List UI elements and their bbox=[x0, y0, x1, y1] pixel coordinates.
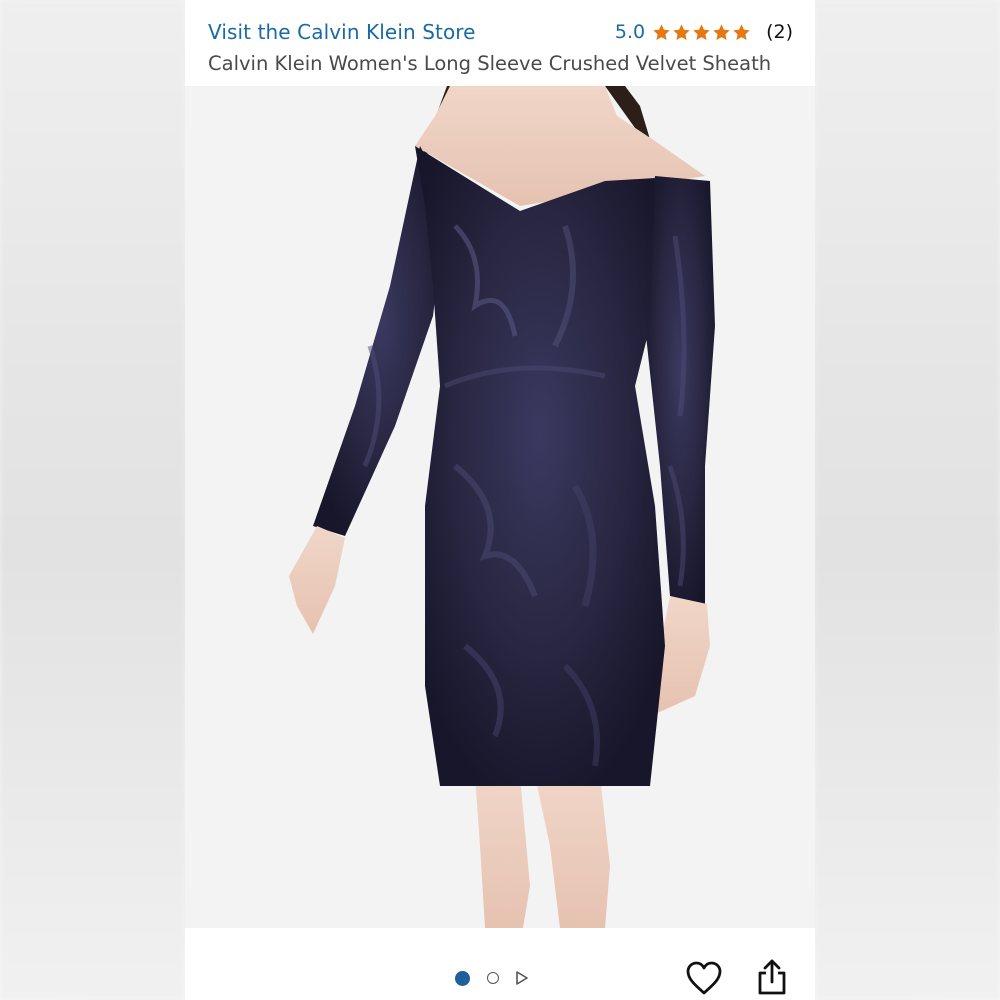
star-icon bbox=[673, 23, 690, 40]
share-icon[interactable] bbox=[756, 958, 788, 996]
review-count: (2) bbox=[766, 21, 793, 43]
star-icon bbox=[653, 23, 670, 40]
star-rating bbox=[652, 23, 752, 42]
image-pagination bbox=[455, 970, 530, 986]
product-screen: Visit the Calvin Klein Store 5.0 (2) Cal… bbox=[185, 0, 815, 1000]
product-title: Calvin Klein Women's Long Sleeve Crushed… bbox=[208, 52, 772, 75]
rating-value: 5.0 bbox=[614, 21, 646, 43]
product-header: Visit the Calvin Klein Store 5.0 (2) Cal… bbox=[185, 0, 815, 86]
star-icon bbox=[713, 23, 730, 40]
star-icon bbox=[693, 23, 710, 40]
heart-icon[interactable] bbox=[685, 960, 723, 996]
image-controls-bar bbox=[185, 928, 815, 1000]
dress-photo bbox=[185, 86, 815, 928]
star-icon bbox=[733, 23, 750, 40]
product-image[interactable] bbox=[185, 86, 815, 928]
blurred-background-left bbox=[0, 0, 185, 1000]
store-link[interactable]: Visit the Calvin Klein Store bbox=[208, 20, 476, 44]
pagination-dot[interactable] bbox=[487, 972, 499, 984]
blurred-background-right bbox=[815, 0, 1000, 1000]
play-icon[interactable] bbox=[514, 970, 530, 986]
pagination-dot-active[interactable] bbox=[455, 970, 470, 986]
rating-summary[interactable]: 5.0 (2) bbox=[615, 21, 793, 43]
